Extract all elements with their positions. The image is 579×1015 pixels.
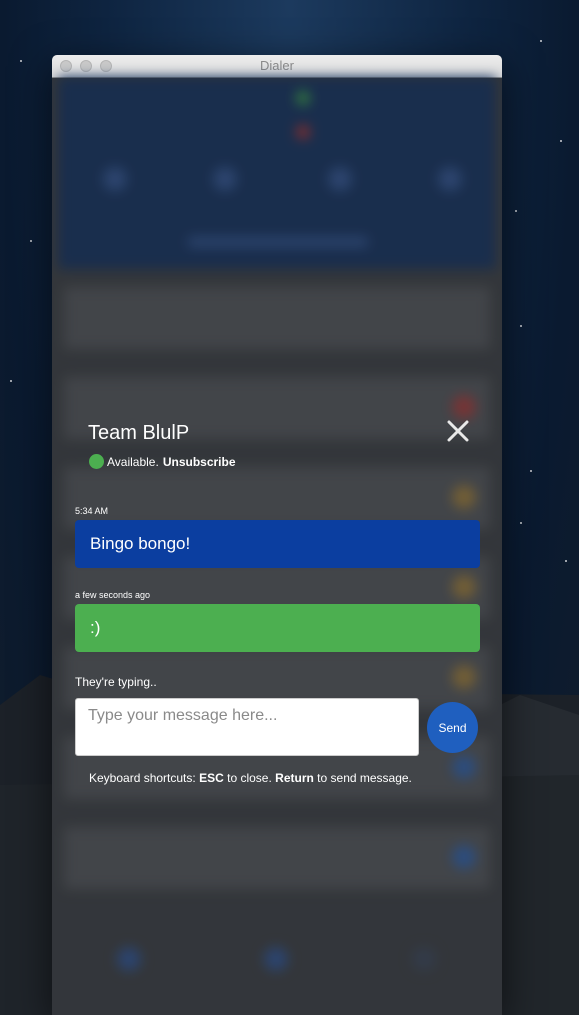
available-status-icon — [89, 454, 104, 469]
message-timestamp: 5:34 AM — [75, 506, 109, 516]
window-titlebar: Dialer — [52, 55, 502, 78]
send-button[interactable]: Send — [427, 702, 478, 753]
dialer-window: Dialer Team BlulP Available. Unsubscribe… — [52, 55, 502, 1015]
close-icon[interactable] — [443, 418, 473, 448]
star — [520, 325, 522, 327]
star — [520, 522, 522, 524]
star — [540, 40, 542, 42]
shortcut-action-send: to send message. — [317, 771, 412, 785]
star — [30, 240, 32, 242]
star — [515, 210, 517, 212]
close-icon-glyph — [447, 420, 469, 442]
shortcuts-prefix: Keyboard shortcuts: — [89, 771, 196, 785]
star — [560, 140, 562, 142]
star — [565, 560, 567, 562]
status-text: Available. — [107, 454, 159, 469]
message-bubble-incoming: :) — [75, 604, 480, 652]
window-title: Dialer — [260, 58, 294, 73]
message-bubble-outgoing: Bingo bongo! — [75, 520, 480, 568]
shortcut-key-return: Return — [275, 771, 314, 785]
star — [20, 60, 22, 62]
shortcut-action-close: to close. — [227, 771, 272, 785]
typing-indicator: They're typing.. — [75, 675, 157, 689]
availability-status: Available. Unsubscribe — [89, 454, 236, 469]
message-timestamp: a few seconds ago — [75, 590, 151, 600]
unsubscribe-link[interactable]: Unsubscribe — [163, 455, 236, 469]
star — [530, 470, 532, 472]
shortcut-key-esc: ESC — [199, 771, 224, 785]
star — [10, 380, 12, 382]
modal-overlay: Team BlulP Available. Unsubscribe 5:34 A… — [52, 77, 502, 1015]
keyboard-shortcuts-hint: Keyboard shortcuts: ESC to close. Return… — [89, 771, 412, 785]
message-input[interactable] — [75, 698, 419, 756]
chat-title: Team BlulP — [88, 422, 190, 444]
